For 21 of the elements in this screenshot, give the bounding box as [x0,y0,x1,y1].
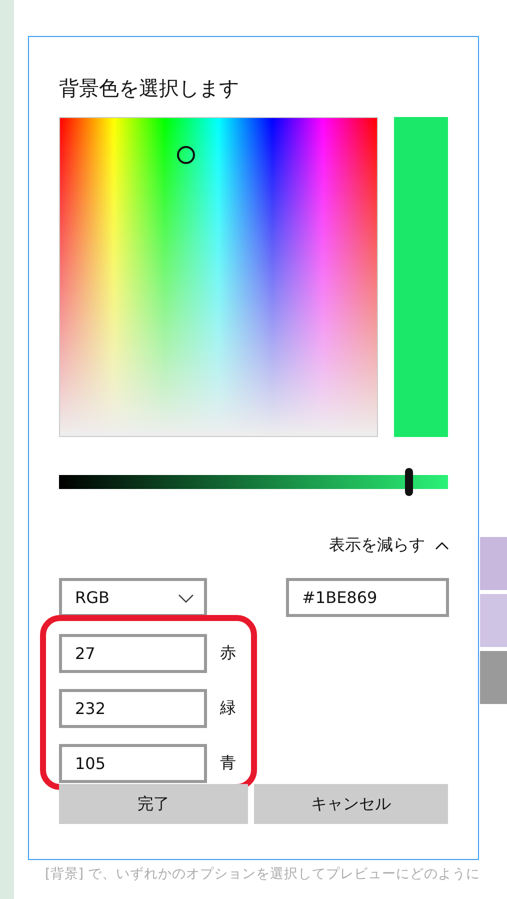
description-text: [背景] で、いずれかのオプションを選択してプレビューにどのように [45,865,480,884]
color-spectrum[interactable] [59,117,378,437]
slider-thumb[interactable] [405,468,414,496]
color-selector[interactable] [176,146,195,164]
color-tile[interactable] [480,537,507,590]
cancel-button[interactable]: キャンセル [254,784,448,824]
color-tile[interactable] [480,651,507,704]
channel-label: 青 [220,753,236,774]
input-field[interactable]: 105 [59,744,207,783]
chevron-up-icon [435,540,449,550]
dialog-title: 背景色を選択します [59,75,240,102]
color-tile[interactable] [480,594,507,647]
input-field[interactable]: 232 [59,689,207,728]
hex-field[interactable]: #1BE869 [286,578,449,617]
channel-label: 赤 [220,643,236,664]
done-button[interactable]: 完了 [59,784,248,824]
input-field[interactable]: 27 [59,634,207,673]
channel-label: 緑 [220,698,236,719]
show-less-toggle[interactable]: 表示を減らす [329,535,449,556]
mode-dropdown[interactable]: RGB [59,578,207,617]
chevron-down-icon [178,592,194,602]
